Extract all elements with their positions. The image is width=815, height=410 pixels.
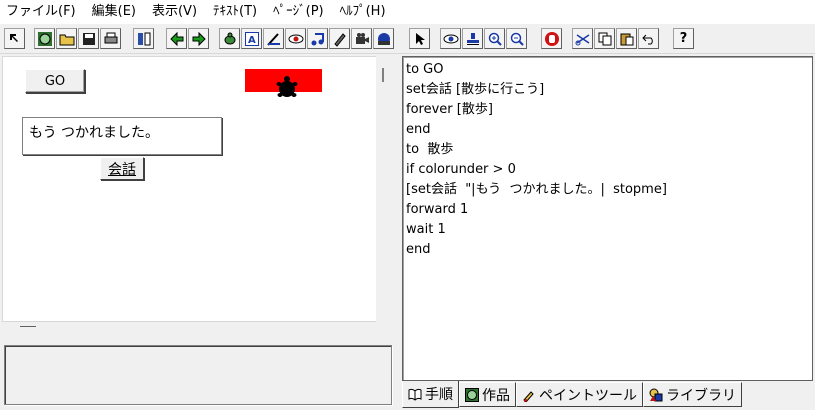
arrow-left-icon[interactable] bbox=[166, 28, 187, 49]
music-note-icon[interactable] bbox=[307, 28, 328, 49]
pointer-small-icon[interactable] bbox=[4, 28, 25, 49]
menu-view[interactable]: 表示(V) bbox=[145, 0, 206, 24]
go-button[interactable]: GO bbox=[25, 69, 85, 93]
slider-icon[interactable] bbox=[263, 28, 284, 49]
procedures-editor[interactable]: to GO set会話 [散歩に行こう] forever [散歩] end to… bbox=[402, 56, 813, 381]
scrollbar-thumb[interactable] bbox=[382, 68, 384, 82]
project-canvas[interactable] bbox=[2, 56, 394, 322]
speech-text-box[interactable]: もう つかれました。 bbox=[22, 117, 222, 155]
text-box-icon[interactable]: A bbox=[241, 28, 262, 49]
help-icon[interactable]: ? bbox=[673, 28, 694, 49]
globe-icon[interactable] bbox=[34, 28, 55, 49]
menu-edit[interactable]: 編集(E) bbox=[85, 0, 145, 24]
tab-procedures[interactable]: 手順 bbox=[402, 381, 459, 408]
code-line: forever [散歩] bbox=[406, 102, 493, 117]
code-line: end bbox=[406, 242, 431, 257]
zoom-out-icon[interactable] bbox=[506, 28, 527, 49]
cut-icon[interactable] bbox=[572, 28, 593, 49]
code-line: if colorunder > 0 bbox=[406, 162, 516, 177]
svg-text:A: A bbox=[248, 35, 256, 46]
tab-library-label: ライブラリ bbox=[666, 387, 736, 404]
menu-file[interactable]: ファイル(F) bbox=[0, 0, 85, 24]
globe-icon bbox=[465, 387, 479, 402]
canvas-scrollbar[interactable] bbox=[376, 56, 394, 322]
paintbrush-icon bbox=[523, 390, 534, 402]
tab-procedures-label: 手順 bbox=[425, 387, 453, 403]
stamp-icon[interactable] bbox=[462, 28, 483, 49]
paste-icon[interactable] bbox=[616, 28, 637, 49]
code-line: end bbox=[406, 122, 431, 137]
tab-library[interactable]: ライブラリ bbox=[643, 382, 742, 407]
divider-mark bbox=[20, 326, 36, 327]
open-folder-icon[interactable] bbox=[56, 28, 77, 49]
book-icon bbox=[408, 388, 422, 401]
tab-project-label: 作品 bbox=[482, 387, 510, 404]
select-arrow-icon[interactable] bbox=[409, 28, 430, 49]
code-line: to GO bbox=[406, 62, 444, 77]
undo-icon[interactable] bbox=[638, 28, 659, 49]
menu-page[interactable]: ﾍﾟｰｼﾞ(P) bbox=[266, 0, 332, 24]
menu-bar: ファイル(F) 編集(E) 表示(V) ﾃｷｽﾄ(T) ﾍﾟｰｼﾞ(P) ﾍﾙﾌ… bbox=[0, 0, 815, 24]
save-disk-icon[interactable] bbox=[78, 28, 99, 49]
eye-button-icon[interactable] bbox=[285, 28, 306, 49]
sphere-icon[interactable] bbox=[373, 28, 394, 49]
code-line: to 散歩 bbox=[406, 142, 454, 157]
code-line: wait 1 bbox=[406, 222, 446, 237]
bottom-tab-bar: 手順 作品 ペイントツール ライブラリ bbox=[402, 381, 815, 410]
copy-icon[interactable] bbox=[594, 28, 615, 49]
tab-paint-tool-label: ペイントツール bbox=[539, 387, 637, 404]
code-line: [set会話 "|もう つかれました。| stopme] bbox=[406, 182, 667, 197]
menu-text[interactable]: ﾃｷｽﾄ(T) bbox=[206, 0, 266, 24]
message-box[interactable] bbox=[4, 345, 392, 405]
tab-project[interactable]: 作品 bbox=[459, 382, 516, 407]
toolbar: A ? bbox=[0, 26, 815, 54]
stop-hand-icon[interactable] bbox=[541, 28, 562, 49]
pen-icon[interactable] bbox=[329, 28, 350, 49]
columns-icon[interactable] bbox=[133, 28, 154, 49]
turtle-icon[interactable] bbox=[276, 74, 298, 100]
kaiwa-button[interactable]: 会話 bbox=[100, 157, 144, 180]
zoom-in-icon[interactable] bbox=[484, 28, 505, 49]
arrow-right-icon[interactable] bbox=[188, 28, 209, 49]
tab-paint-tool[interactable]: ペイントツール bbox=[516, 382, 643, 407]
print-icon[interactable] bbox=[100, 28, 121, 49]
video-camera-icon[interactable] bbox=[351, 28, 372, 49]
eye-icon[interactable] bbox=[440, 28, 461, 49]
code-line: set会話 [散歩に行こう] bbox=[406, 82, 545, 97]
turtle-icon[interactable] bbox=[219, 28, 240, 49]
shapes-icon bbox=[649, 388, 663, 401]
code-line: forward 1 bbox=[406, 202, 469, 217]
menu-help[interactable]: ﾍﾙﾌﾟ(H) bbox=[333, 0, 395, 24]
